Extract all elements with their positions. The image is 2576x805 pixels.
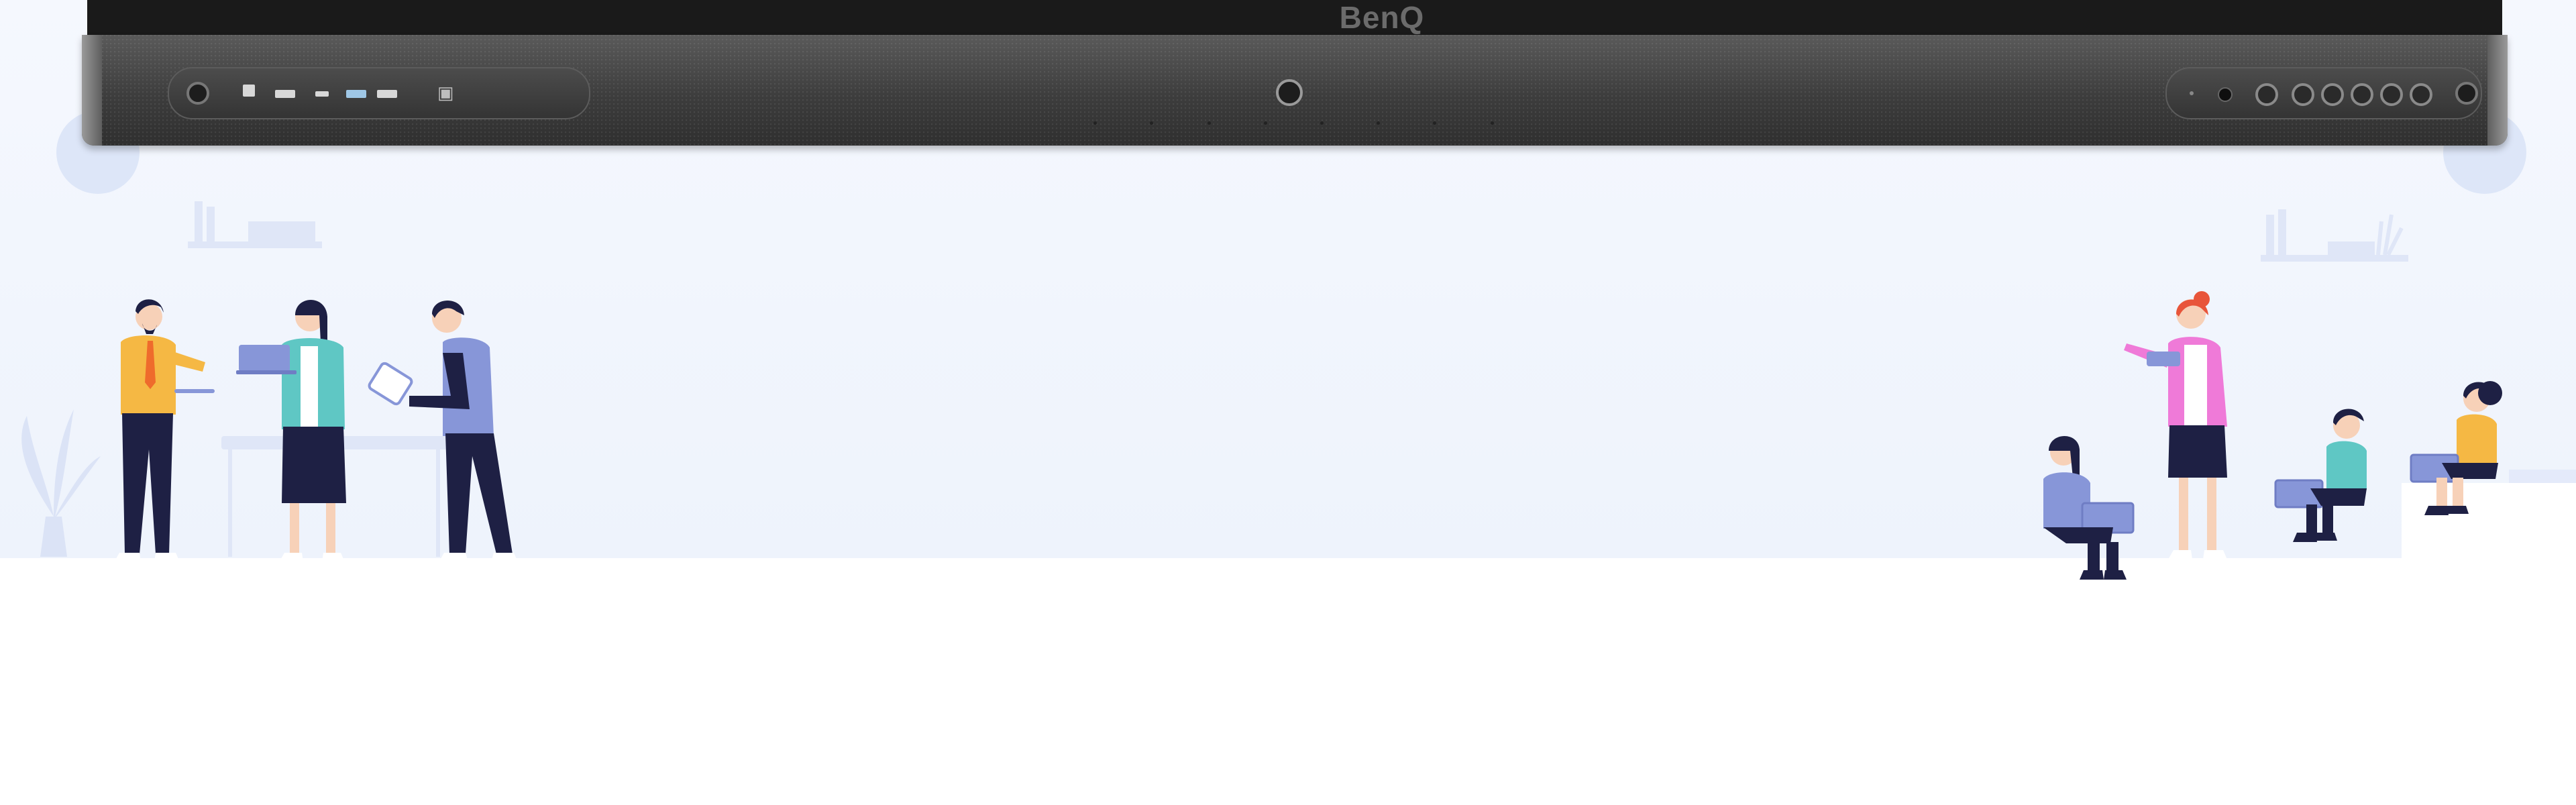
usb-a-port-1 bbox=[346, 90, 366, 98]
shelf-illustration-right bbox=[2261, 209, 2408, 262]
collaboration-illustration-right bbox=[2043, 291, 2576, 610]
usb-c-port bbox=[315, 91, 329, 97]
display-bezel: BenQ bbox=[87, 0, 2502, 39]
indicator-dot bbox=[1150, 121, 1153, 125]
hdmi-port bbox=[275, 90, 295, 98]
camera-knob bbox=[1276, 79, 1303, 106]
seated-boy-with-laptop bbox=[2274, 409, 2367, 542]
panel-button-6[interactable] bbox=[2410, 83, 2432, 106]
indicator-dot bbox=[1320, 121, 1324, 125]
panel-button-3[interactable] bbox=[2321, 83, 2344, 106]
power-button[interactable] bbox=[2218, 87, 2233, 102]
panel-button-2[interactable] bbox=[2292, 83, 2314, 106]
indicator-dot bbox=[1433, 121, 1436, 125]
presenting-woman-with-tablet bbox=[2124, 291, 2227, 559]
speaker-bar-cap-right bbox=[2487, 35, 2508, 146]
panel-button-1[interactable] bbox=[2255, 83, 2278, 106]
indicator-dot bbox=[1093, 121, 1097, 125]
speaker-bar-cap-left bbox=[82, 35, 102, 146]
collaboration-illustration-left bbox=[21, 299, 518, 562]
panel-button-5[interactable] bbox=[2380, 83, 2403, 106]
man-with-stylus-tablet bbox=[368, 301, 518, 562]
usb-a-port-2 bbox=[377, 90, 397, 98]
port-panel-left: ▣ bbox=[168, 67, 590, 119]
plant-illustration bbox=[21, 409, 101, 557]
touch-button[interactable] bbox=[186, 82, 209, 105]
indicator-dot bbox=[1264, 121, 1267, 125]
usb-b-port bbox=[243, 85, 255, 97]
nfc-icon: ▣ bbox=[437, 83, 454, 103]
indicator-dot bbox=[1491, 121, 1494, 125]
woman-with-laptop bbox=[236, 300, 346, 562]
shelf-illustration-left bbox=[188, 201, 322, 248]
man-with-tablet bbox=[114, 299, 215, 562]
power-indicator bbox=[2190, 91, 2194, 95]
speaker-bar: ▣ bbox=[82, 35, 2508, 146]
control-panel-right bbox=[2165, 67, 2482, 119]
seated-woman-with-laptop bbox=[2043, 435, 2135, 580]
indicator-dot bbox=[1208, 121, 1211, 125]
brand-logo: BenQ bbox=[1339, 0, 1425, 35]
panel-button-4[interactable] bbox=[2351, 83, 2373, 106]
indicator-dot bbox=[1377, 121, 1380, 125]
touch-button-right[interactable] bbox=[2455, 82, 2478, 105]
steps-illustration bbox=[2402, 470, 2576, 610]
